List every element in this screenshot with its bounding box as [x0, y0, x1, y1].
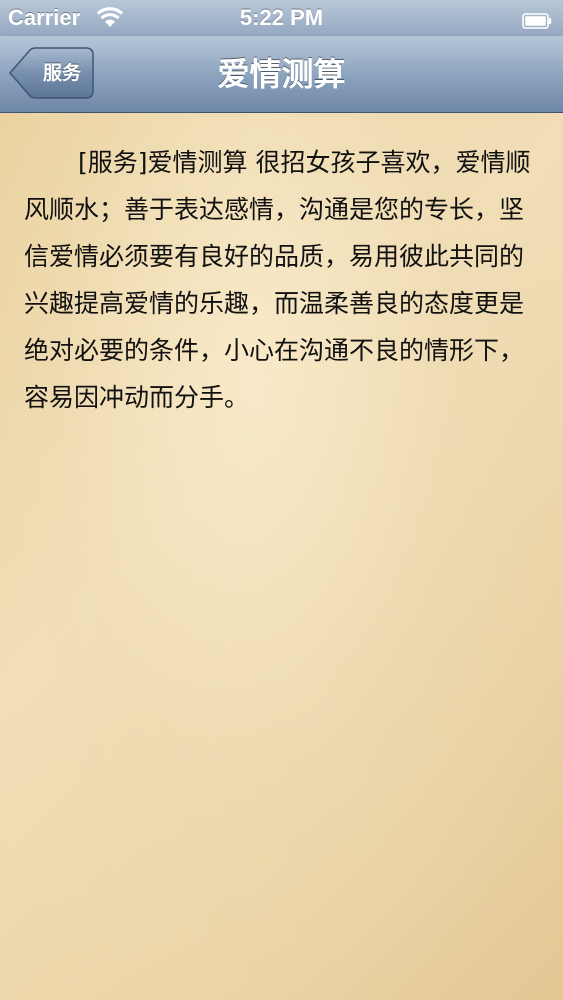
content-area: [服务]爱情测算 很招女孩子喜欢，爱情顺风顺水；善于表达感情，沟通是您的专长，坚…: [0, 113, 563, 1000]
battery-icon: [522, 9, 552, 29]
back-button[interactable]: 服务: [8, 47, 94, 99]
status-bar: Carrier 5:22 PM: [0, 0, 563, 36]
result-text: [服务]爱情测算 很招女孩子喜欢，爱情顺风顺水；善于表达感情，沟通是您的专长，坚…: [24, 148, 531, 412]
status-time: 5:22 PM: [239, 5, 324, 30]
app-screen: Carrier 5:22 PM 服务 爱情测算 [服务]爱情测算 很招女孩子喜欢…: [0, 0, 563, 1000]
navigation-bar: 服务 爱情测算: [0, 36, 563, 113]
back-button-label: 服务: [42, 62, 81, 84]
